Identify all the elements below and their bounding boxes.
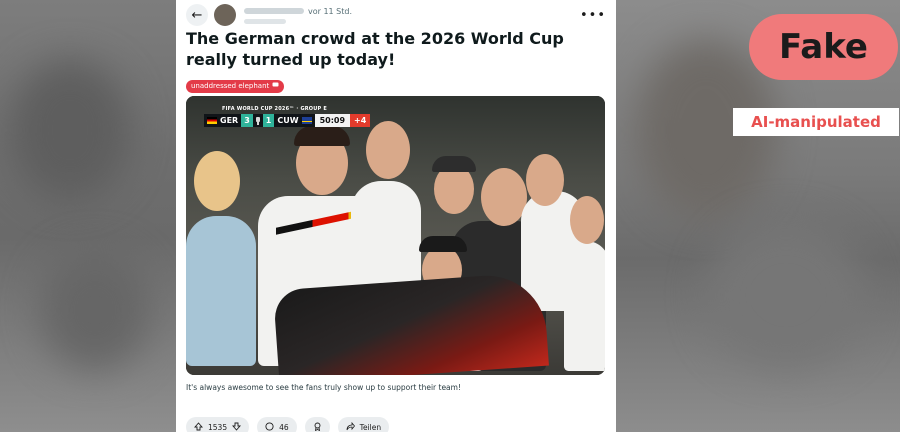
- flair-emoji-icon: [272, 80, 279, 93]
- comments-button[interactable]: 46: [257, 417, 297, 432]
- upvote-icon[interactable]: [194, 421, 203, 432]
- flair-label: unaddressed elephant: [191, 82, 270, 90]
- blurred-background-left: [0, 0, 178, 432]
- downvote-icon[interactable]: [232, 422, 242, 432]
- more-options-button[interactable]: •••: [580, 8, 606, 23]
- scoreboard: GER 3 1 CUW 50:09 +4: [204, 114, 371, 127]
- scoreboard-away-score: 1: [262, 114, 275, 127]
- post-actions: 1535 46 Teilen: [186, 417, 390, 432]
- scoreboard-home: GER: [220, 116, 239, 125]
- post-image[interactable]: FIFA WORLD CUP 2026™ · GROUP E GER 3 1 C…: [186, 96, 605, 375]
- more-icon: •••: [579, 7, 606, 23]
- fake-verdict-badge: Fake: [749, 14, 898, 80]
- trophy-icon: [252, 114, 263, 127]
- scoreboard-home-score: 3: [241, 114, 253, 127]
- vote-count: 1535: [208, 422, 228, 432]
- redacted-author: [244, 18, 286, 24]
- scoreboard-added-time: +4: [350, 114, 371, 127]
- scoreboard-clock: 50:09: [314, 114, 351, 127]
- comment-icon: [265, 421, 274, 432]
- award-button[interactable]: [304, 417, 330, 432]
- post-flair[interactable]: unaddressed elephant: [186, 80, 285, 93]
- scoreboard-competition: FIFA WORLD CUP 2026™ · GROUP E: [222, 106, 327, 112]
- curacao-flag-icon: [301, 117, 312, 124]
- back-button[interactable]: ←: [186, 4, 208, 26]
- arrow-left-icon: ←: [191, 7, 203, 23]
- scoreboard-away: CUW: [277, 116, 299, 125]
- post-card: ← vor 11 Std. ••• The German crowd at th…: [176, 0, 616, 432]
- post-caption: It's always awesome to see the fans trul…: [186, 383, 461, 392]
- germany-flag-icon: [207, 117, 217, 124]
- post-meta: vor 11 Std.: [244, 7, 352, 24]
- post-header: ← vor 11 Std. •••: [186, 4, 606, 26]
- post-time: vor 11 Std.: [308, 6, 353, 16]
- avatar[interactable]: [214, 4, 236, 26]
- german-flag: [273, 271, 549, 375]
- share-label: Teilen: [359, 422, 382, 432]
- award-icon: [313, 422, 322, 432]
- vote-button[interactable]: 1535: [186, 417, 250, 432]
- redacted-username: [244, 8, 304, 14]
- comment-count: 46: [279, 422, 289, 432]
- post-title: The German crowd at the 2026 World Cup r…: [186, 29, 564, 69]
- share-icon: [346, 421, 355, 432]
- share-button[interactable]: Teilen: [337, 417, 390, 432]
- ai-manipulated-label: AI-manipulated: [733, 108, 899, 136]
